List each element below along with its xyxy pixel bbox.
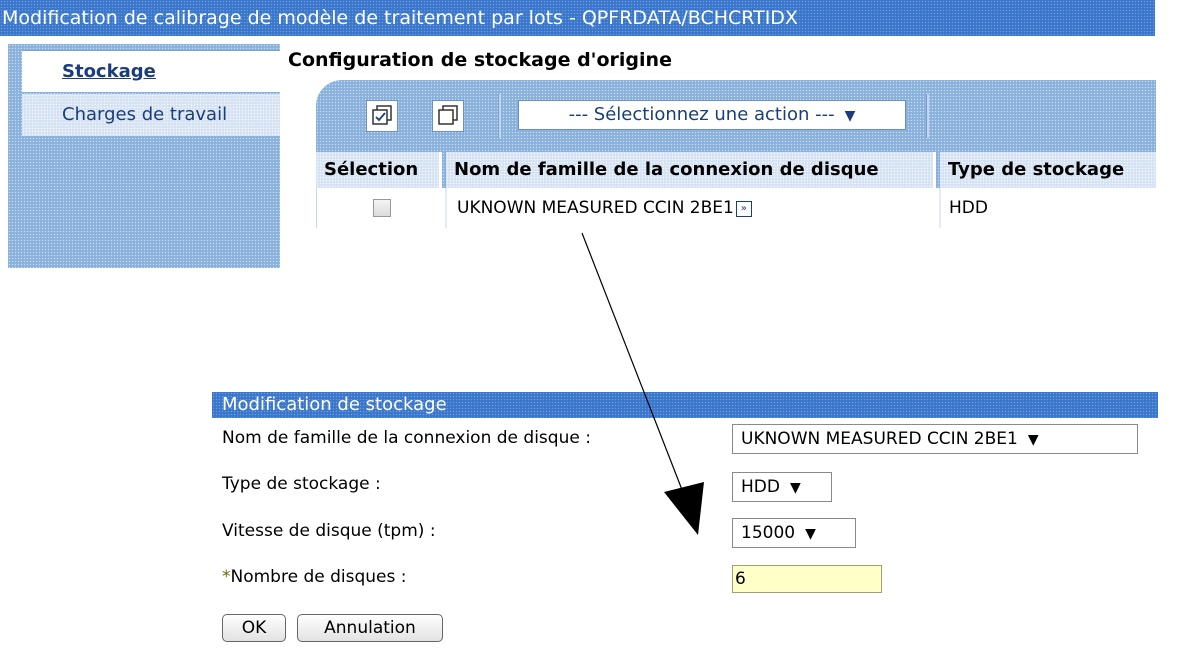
table-toolbar: --- Sélectionnez une action --- ▼ bbox=[316, 80, 1156, 152]
action-select-label: --- Sélectionnez une action --- bbox=[568, 104, 835, 125]
action-select[interactable]: --- Sélectionnez une action --- ▼ bbox=[518, 100, 906, 130]
select-all-button[interactable] bbox=[366, 100, 398, 132]
dialog-title: Modification de stockage bbox=[212, 392, 1158, 418]
deselect-all-button[interactable] bbox=[432, 100, 464, 132]
column-header-name[interactable]: Nom de famille de la connexion de disque bbox=[446, 152, 936, 188]
disk-speed-select[interactable]: 15000 ▼ bbox=[732, 518, 856, 548]
disk-speed-label: Vitesse de disque (tpm) : bbox=[222, 521, 436, 541]
disk-family-name: UKNOWN MEASURED CCIN 2BE1 bbox=[457, 198, 734, 218]
chevron-down-icon: ▼ bbox=[844, 108, 856, 124]
storage-type-label: Type de stockage : bbox=[222, 474, 381, 494]
window-title: Modification de calibrage de modèle de t… bbox=[0, 0, 1155, 36]
disk-count-label: Nombre de disques : bbox=[230, 567, 407, 587]
chevron-down-icon: ▼ bbox=[805, 526, 816, 542]
disk-count-label-group: *Nombre de disques : bbox=[222, 567, 407, 587]
table-row: UKNOWN MEASURED CCIN 2BE1» HDD bbox=[316, 188, 1156, 228]
storage-type-value: HDD bbox=[741, 477, 780, 497]
family-label: Nom de famille de la connexion de disque… bbox=[222, 428, 591, 448]
sidebar: Stockage Charges de travail bbox=[8, 44, 280, 268]
storage-type-select[interactable]: HDD ▼ bbox=[732, 472, 832, 502]
ok-button[interactable]: OK bbox=[222, 614, 286, 642]
family-select[interactable]: UKNOWN MEASURED CCIN 2BE1 ▼ bbox=[732, 424, 1138, 454]
sidebar-item-charges-de-travail[interactable]: Charges de travail bbox=[22, 94, 280, 136]
sidebar-item-stockage[interactable]: Stockage bbox=[22, 50, 280, 92]
column-divider bbox=[445, 188, 447, 228]
row-select-checkbox[interactable] bbox=[373, 199, 391, 217]
deselect-all-icon bbox=[438, 105, 458, 125]
section-title: Configuration de stockage d'origine bbox=[288, 49, 672, 71]
disk-count-input[interactable]: 6 bbox=[732, 565, 882, 593]
storage-table-panel: --- Sélectionnez une action --- ▼ Sélecti… bbox=[316, 80, 1156, 228]
column-header-selection[interactable]: Sélection bbox=[316, 152, 442, 188]
chevron-down-icon: ▼ bbox=[789, 480, 801, 496]
toolbar-separator bbox=[926, 94, 929, 138]
column-header-type[interactable]: Type de stockage bbox=[940, 152, 1156, 188]
toolbar-separator bbox=[498, 94, 501, 138]
family-select-value: UKNOWN MEASURED CCIN 2BE1 bbox=[741, 429, 1018, 449]
expand-icon[interactable]: » bbox=[735, 201, 752, 217]
disk-speed-value: 15000 bbox=[741, 523, 796, 543]
select-all-icon bbox=[372, 105, 392, 125]
table-header-row: Sélection Nom de famille de la connexion… bbox=[316, 152, 1156, 188]
required-marker: * bbox=[222, 567, 231, 587]
table-cell-name: UKNOWN MEASURED CCIN 2BE1» bbox=[457, 188, 752, 228]
chevron-down-icon: ▼ bbox=[1027, 432, 1039, 448]
table-cell-type: HDD bbox=[949, 198, 988, 218]
column-divider bbox=[939, 188, 941, 228]
cancel-button[interactable]: Annulation bbox=[297, 614, 443, 642]
